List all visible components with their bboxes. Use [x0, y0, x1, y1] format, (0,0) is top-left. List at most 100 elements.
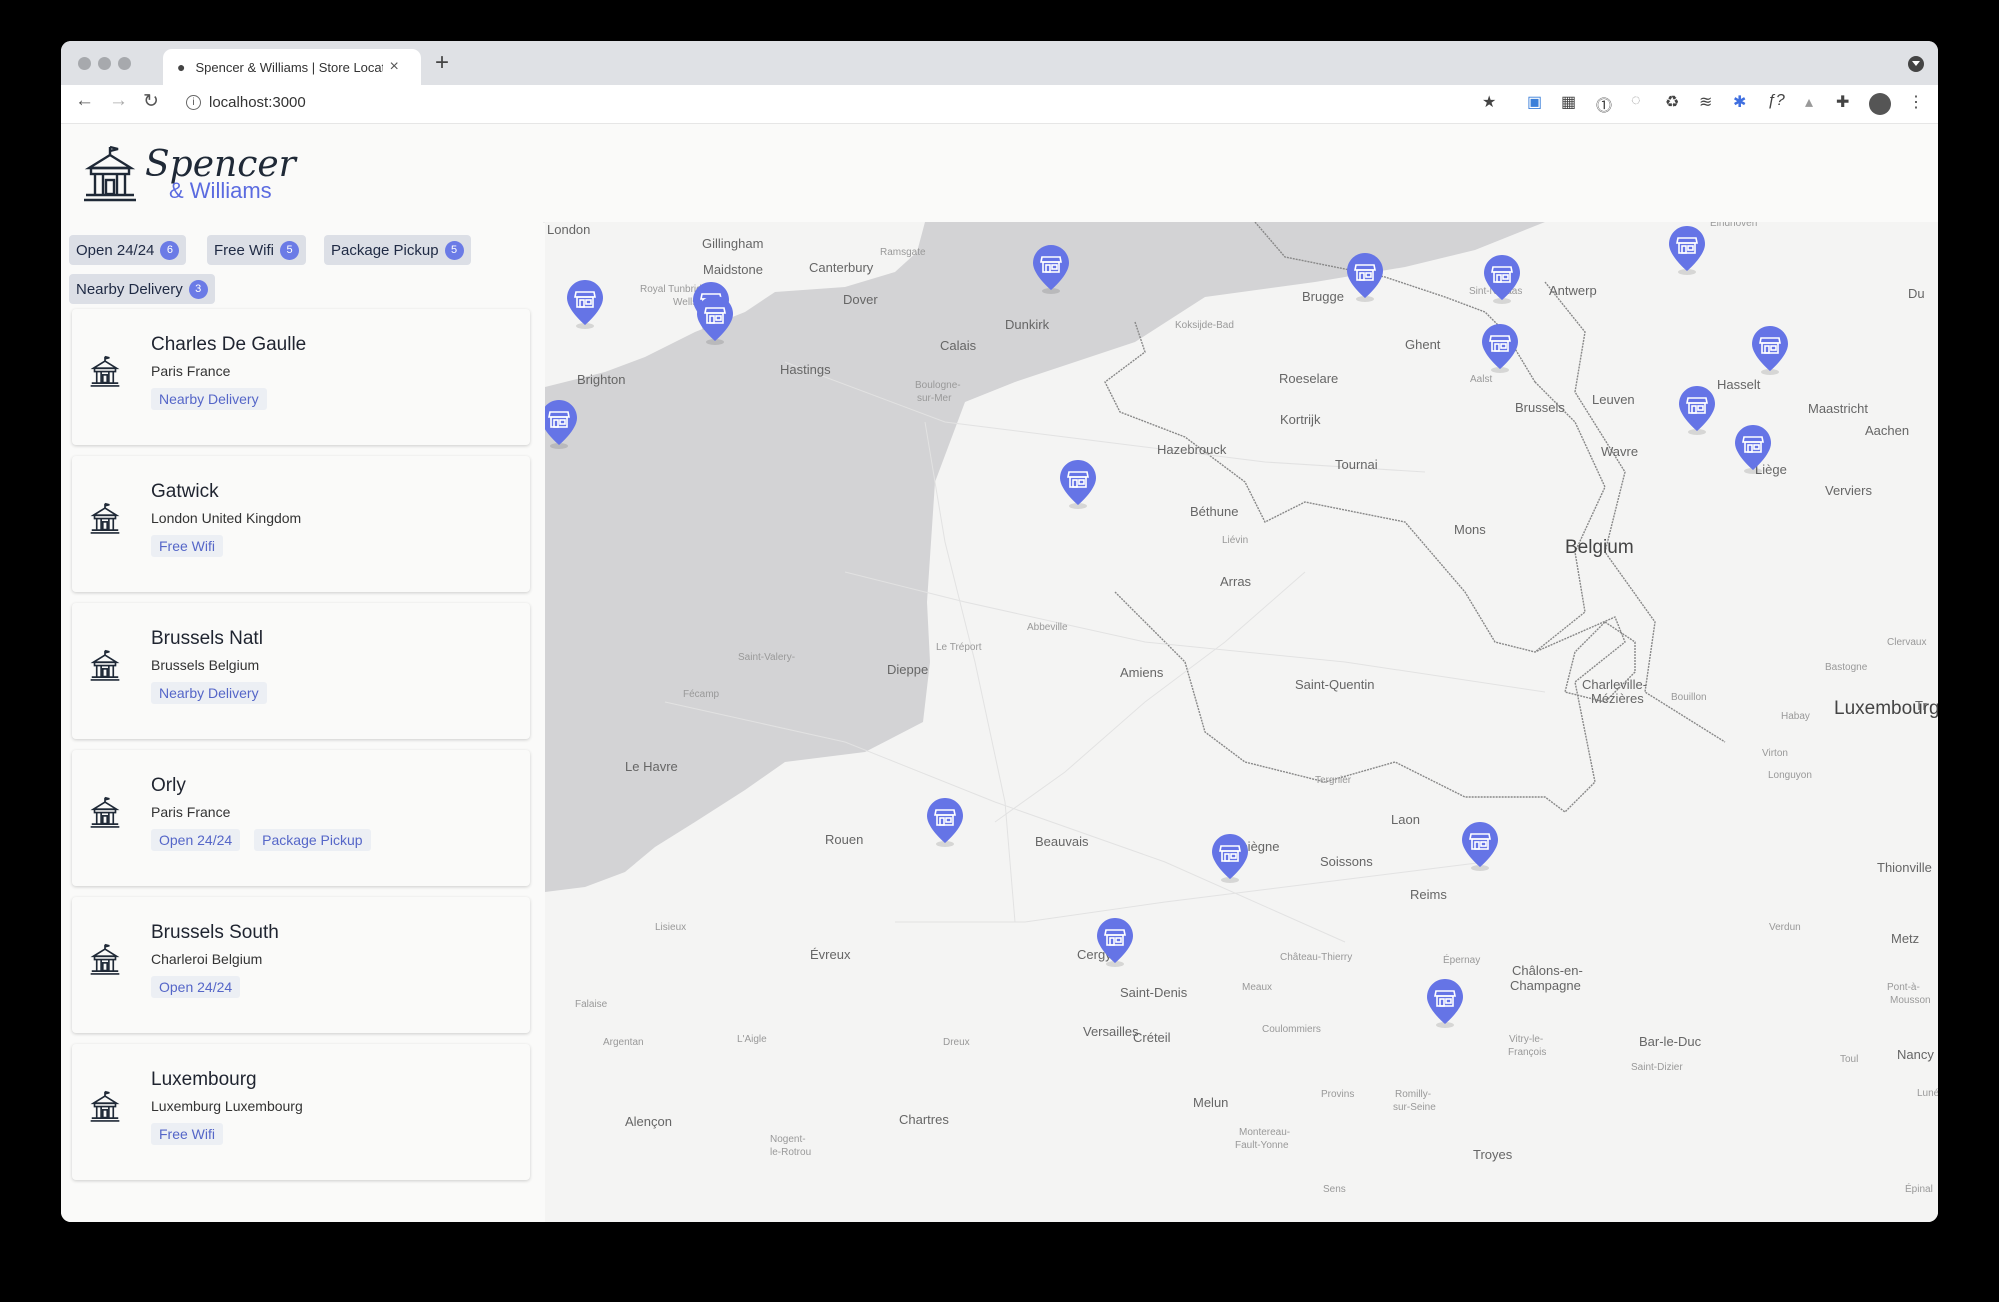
- extension-icon[interactable]: ♻: [1665, 92, 1679, 112]
- store-card[interactable]: Brussels Natl Brussels Belgium Nearby Deli…: [72, 603, 530, 739]
- germany-border-east: [1544, 281, 1726, 743]
- store-map-marker[interactable]: [1059, 459, 1097, 514]
- map-city-label: Hazebrouck: [1157, 442, 1227, 457]
- filter-package-pickup[interactable]: Package Pickup 5: [324, 235, 471, 265]
- map-city-label: Calais: [940, 338, 977, 353]
- store-tag: Nearby Delivery: [151, 682, 267, 704]
- bookmark-star-icon[interactable]: ★: [1482, 92, 1496, 112]
- store-map-marker[interactable]: [1346, 252, 1384, 307]
- map-city-label: Arras: [1220, 574, 1252, 589]
- map-pin-icon: [1347, 253, 1383, 302]
- new-tab-button[interactable]: +: [435, 49, 449, 77]
- map-city-label: sur-Mer: [917, 393, 952, 404]
- filter-nearby-delivery[interactable]: Nearby Delivery 3: [69, 274, 215, 304]
- map-city-label: Virton: [1762, 748, 1788, 759]
- profile-avatar[interactable]: [1869, 93, 1891, 115]
- browser-menu-icon[interactable]: ⋮: [1908, 92, 1924, 112]
- map-city-label: Tergnier: [1315, 775, 1352, 786]
- store-map-marker[interactable]: [566, 279, 604, 334]
- store-logo-icon[interactable]: [83, 144, 137, 202]
- extension-icon[interactable]: ✱: [1733, 92, 1746, 112]
- filter-label: Package Pickup: [331, 241, 439, 259]
- browser-tab[interactable]: ● Spencer & Williams | Store Locator ×: [163, 49, 421, 85]
- store-location: Paris France: [151, 363, 231, 379]
- store-map-marker[interactable]: [1483, 254, 1521, 309]
- store-map-marker[interactable]: [1211, 833, 1249, 888]
- map-pin-icon: [567, 280, 603, 329]
- map-city-label: Troyes: [1473, 1147, 1513, 1162]
- store-card[interactable]: Charles De Gaulle Paris France Nearby Deli…: [72, 309, 530, 445]
- store-map-marker[interactable]: [1096, 917, 1134, 972]
- map-city-label: Longuyon: [1768, 770, 1812, 781]
- store-map-marker[interactable]: [1426, 978, 1464, 1033]
- store-tag: Open 24/24: [151, 976, 241, 998]
- extension-icon[interactable]: ⓵: [1596, 92, 1612, 116]
- map-city-label: Tournai: [1335, 457, 1378, 472]
- map-pin-icon: [1033, 245, 1069, 294]
- close-window-control[interactable]: [78, 57, 91, 70]
- map-city-label: Mousson: [1890, 995, 1931, 1006]
- store-map-marker[interactable]: [1032, 244, 1070, 299]
- filter-free-wifi[interactable]: Free Wifi 5: [207, 235, 306, 265]
- extension-icon[interactable]: ◌: [1631, 92, 1641, 110]
- map-city-label: Bouillon: [1671, 692, 1707, 703]
- map-city-label: Ghent: [1405, 337, 1441, 352]
- store-tag: Free Wifi: [151, 535, 223, 557]
- map-city-label: Romilly-: [1395, 1089, 1432, 1100]
- app-header: Spencer & Williams: [61, 124, 1938, 223]
- store-card[interactable]: Orly Paris France Open 24/24 Package Pickup: [72, 750, 530, 886]
- map-city-label: Antwerp: [1549, 283, 1597, 298]
- store-location: Charleroi Belgium: [151, 951, 263, 967]
- map-pin-icon: [1060, 460, 1096, 509]
- map-city-label: Liévin: [1222, 535, 1249, 546]
- store-map-marker[interactable]: [696, 295, 734, 350]
- zoom-window-control[interactable]: [118, 57, 131, 70]
- store-map-marker[interactable]: [1734, 424, 1772, 479]
- filter-label: Nearby Delivery: [76, 280, 183, 298]
- map-city-label: Le Tréport: [936, 642, 982, 653]
- store-map-marker[interactable]: [545, 399, 578, 454]
- store-icon: [90, 1090, 120, 1127]
- map-city-label: Évreux: [810, 947, 851, 962]
- extension-icon[interactable]: ▦: [1561, 92, 1576, 112]
- store-tags: Open 24/24: [151, 976, 241, 998]
- store-map-marker[interactable]: [1668, 225, 1706, 280]
- extension-icon[interactable]: ƒ?: [1767, 92, 1785, 110]
- store-map-marker[interactable]: [1461, 821, 1499, 876]
- store-map[interactable]: London Gillingham Maidstone Canterbury Ramsg…: [545, 222, 1938, 1222]
- map-city-label: Beauvais: [1035, 834, 1089, 849]
- store-map-marker[interactable]: [1481, 323, 1519, 378]
- tab-search-icon[interactable]: [1908, 56, 1924, 72]
- tab-close-icon[interactable]: ×: [389, 58, 398, 76]
- extensions-puzzle-icon[interactable]: ✚: [1836, 92, 1849, 112]
- store-card[interactable]: Luxembourg Luxemburg Luxembourg Free Wifi: [72, 1044, 530, 1180]
- map-city-label: Mons: [1454, 522, 1486, 537]
- back-icon[interactable]: ←: [75, 90, 94, 112]
- store-map-marker[interactable]: [1678, 385, 1716, 440]
- store-map-marker[interactable]: [926, 797, 964, 852]
- map-city-label: Dreux: [943, 1037, 970, 1048]
- map-city-label: Wavre: [1601, 444, 1639, 459]
- map-city-label: Nogent-: [770, 1134, 806, 1145]
- reload-icon[interactable]: ↻: [143, 90, 159, 113]
- extension-icon[interactable]: ▣: [1527, 92, 1542, 112]
- store-card[interactable]: Brussels South Charleroi Belgium Open 24/2…: [72, 897, 530, 1033]
- extension-icon[interactable]: ≋: [1699, 92, 1712, 112]
- map-city-label: Épinal: [1905, 1184, 1933, 1195]
- map-city-label: François: [1508, 1047, 1547, 1058]
- forward-icon[interactable]: →: [109, 90, 128, 112]
- extension-icon[interactable]: ▴: [1805, 92, 1813, 112]
- filter-open-24-24[interactable]: Open 24/24 6: [69, 235, 187, 265]
- tab-title: Spencer & Williams | Store Locator: [195, 59, 384, 75]
- map-city-label: Aachen: [1865, 423, 1910, 438]
- address-bar[interactable]: i localhost:3000: [186, 94, 306, 111]
- map-city-label: Metz: [1891, 931, 1920, 946]
- store-card[interactable]: Gatwick London United Kingdom Free Wifi: [72, 456, 530, 592]
- map-city-label: Mézières: [1591, 691, 1644, 706]
- info-icon[interactable]: i: [186, 95, 201, 110]
- minimize-window-control[interactable]: [98, 57, 111, 70]
- map-city-label: Dunkirk: [1005, 317, 1050, 332]
- filter-label: Free Wifi: [214, 241, 274, 259]
- store-name: Gatwick: [151, 481, 219, 502]
- store-map-marker[interactable]: [1751, 325, 1789, 380]
